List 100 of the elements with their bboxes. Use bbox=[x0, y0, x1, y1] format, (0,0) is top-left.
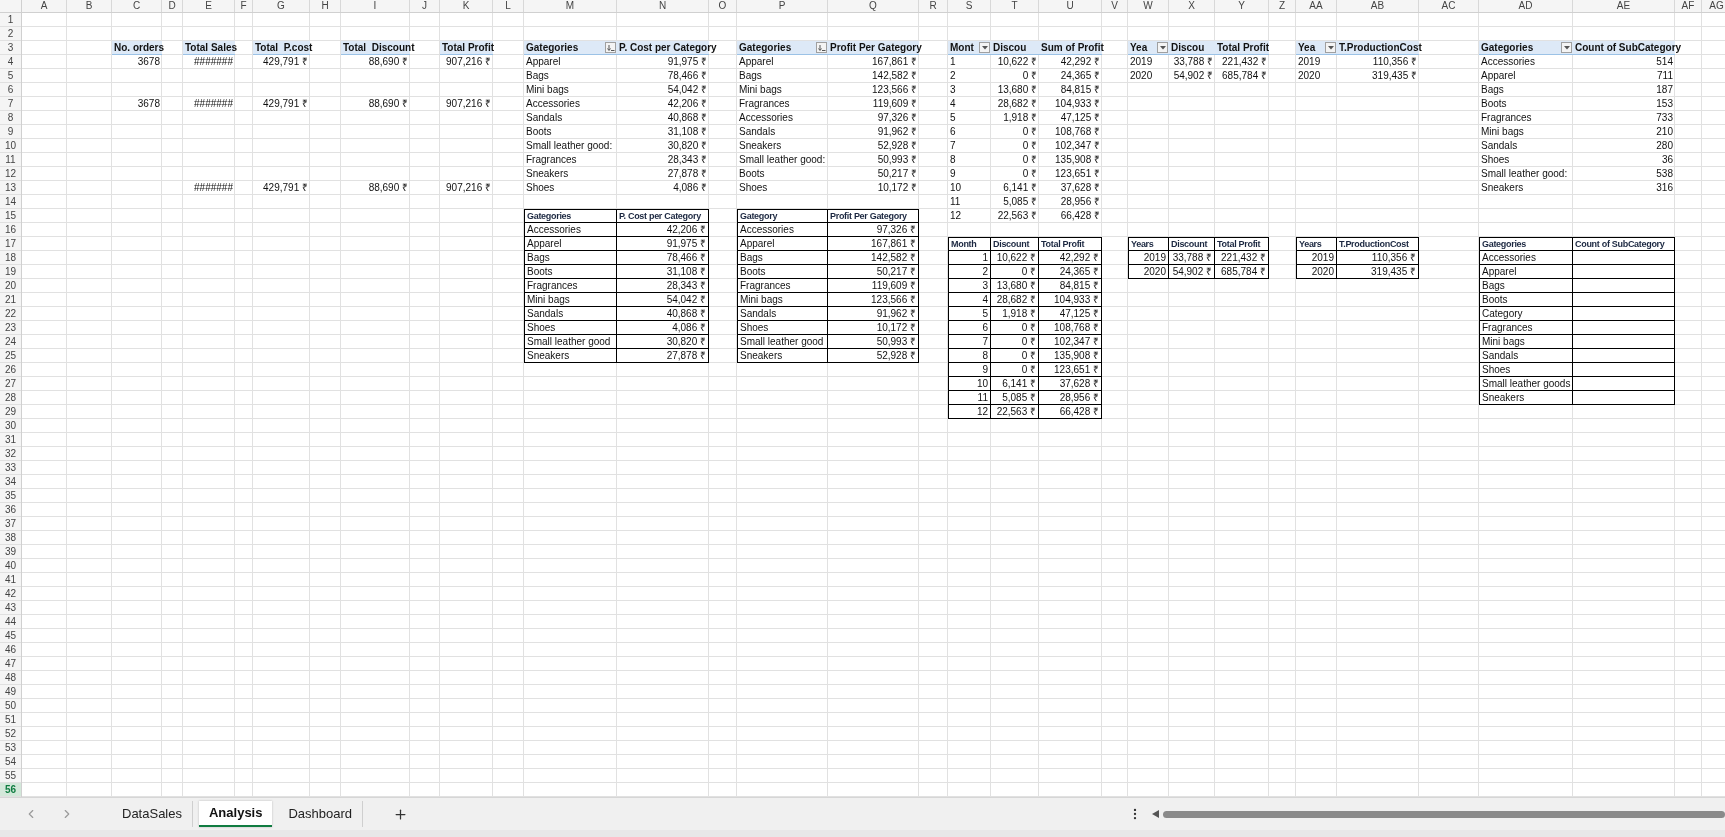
row-number[interactable]: 45 bbox=[0, 629, 21, 643]
row-number[interactable]: 21 bbox=[0, 293, 21, 307]
row-number[interactable]: 30 bbox=[0, 419, 21, 433]
column-letter[interactable]: T bbox=[991, 0, 1039, 12]
sort-filter-button[interactable] bbox=[605, 42, 616, 53]
row-number[interactable]: 36 bbox=[0, 503, 21, 517]
add-sheet-icon[interactable] bbox=[393, 806, 409, 822]
column-letter[interactable]: D bbox=[162, 0, 183, 12]
column-letter[interactable]: S bbox=[948, 0, 991, 12]
scroll-left-icon[interactable] bbox=[1152, 810, 1160, 818]
column-letter[interactable]: Y bbox=[1215, 0, 1269, 12]
row-number[interactable]: 44 bbox=[0, 615, 21, 629]
sheet-tab[interactable]: Dashboard bbox=[278, 801, 364, 827]
column-letter[interactable]: AG bbox=[1702, 0, 1725, 12]
row-number[interactable]: 37 bbox=[0, 517, 21, 531]
column-letter[interactable]: B bbox=[67, 0, 112, 12]
row-number[interactable]: 3 bbox=[0, 41, 21, 55]
dropdown-button[interactable] bbox=[1157, 42, 1168, 53]
row-number[interactable]: 51 bbox=[0, 713, 21, 727]
row-number[interactable]: 33 bbox=[0, 461, 21, 475]
row-number[interactable]: 32 bbox=[0, 447, 21, 461]
row-number[interactable]: 5 bbox=[0, 69, 21, 83]
row-number[interactable]: 18 bbox=[0, 251, 21, 265]
row-number[interactable]: 49 bbox=[0, 685, 21, 699]
row-number[interactable]: 19 bbox=[0, 265, 21, 279]
row-number[interactable]: 27 bbox=[0, 377, 21, 391]
column-letter[interactable]: V bbox=[1102, 0, 1128, 12]
row-number[interactable]: 24 bbox=[0, 335, 21, 349]
row-number[interactable]: 20 bbox=[0, 279, 21, 293]
column-letter[interactable]: AB bbox=[1337, 0, 1419, 12]
row-number[interactable]: 12 bbox=[0, 167, 21, 181]
column-letter[interactable]: R bbox=[919, 0, 948, 12]
row-number[interactable]: 31 bbox=[0, 433, 21, 447]
column-letter[interactable]: E bbox=[183, 0, 235, 12]
row-number[interactable]: 2 bbox=[0, 27, 21, 41]
column-letter[interactable]: F bbox=[235, 0, 253, 12]
row-number[interactable]: 40 bbox=[0, 559, 21, 573]
row-number[interactable]: 29 bbox=[0, 405, 21, 419]
row-number[interactable]: 56 bbox=[0, 783, 21, 797]
row-number[interactable]: 23 bbox=[0, 321, 21, 335]
sheet-tab[interactable]: Analysis bbox=[199, 801, 273, 827]
column-letter[interactable]: U bbox=[1039, 0, 1102, 12]
sheet-tab[interactable]: DataSales bbox=[112, 801, 193, 827]
column-letter[interactable]: M bbox=[524, 0, 617, 12]
column-letter[interactable]: Z bbox=[1269, 0, 1296, 12]
row-number[interactable]: 14 bbox=[0, 195, 21, 209]
row-number[interactable]: 39 bbox=[0, 545, 21, 559]
row-number[interactable]: 9 bbox=[0, 125, 21, 139]
column-letter[interactable]: J bbox=[410, 0, 440, 12]
column-letter[interactable]: I bbox=[341, 0, 410, 12]
column-letter[interactable]: C bbox=[112, 0, 162, 12]
column-letter[interactable]: Q bbox=[828, 0, 919, 12]
row-number[interactable]: 54 bbox=[0, 755, 21, 769]
column-letter[interactable]: L bbox=[493, 0, 524, 12]
row-number[interactable]: 34 bbox=[0, 475, 21, 489]
sort-filter-button[interactable] bbox=[816, 42, 827, 53]
column-letter[interactable]: A bbox=[22, 0, 67, 12]
row-number[interactable]: 46 bbox=[0, 643, 21, 657]
column-letter[interactable]: W bbox=[1128, 0, 1169, 12]
row-number[interactable]: 4 bbox=[0, 55, 21, 69]
row-number[interactable]: 28 bbox=[0, 391, 21, 405]
row-number[interactable]: 6 bbox=[0, 83, 21, 97]
row-number[interactable]: 26 bbox=[0, 363, 21, 377]
row-number[interactable]: 53 bbox=[0, 741, 21, 755]
row-number[interactable]: 17 bbox=[0, 237, 21, 251]
row-number[interactable]: 25 bbox=[0, 349, 21, 363]
row-number[interactable]: 16 bbox=[0, 223, 21, 237]
row-number[interactable]: 8 bbox=[0, 111, 21, 125]
column-letter[interactable]: AA bbox=[1296, 0, 1337, 12]
row-number[interactable]: 11 bbox=[0, 153, 21, 167]
column-letter[interactable]: AD bbox=[1479, 0, 1573, 12]
row-number[interactable]: 10 bbox=[0, 139, 21, 153]
dropdown-button[interactable] bbox=[1325, 42, 1336, 53]
column-letter[interactable]: G bbox=[253, 0, 310, 12]
horizontal-scrollbar[interactable] bbox=[1152, 809, 1725, 819]
row-number[interactable]: 22 bbox=[0, 307, 21, 321]
row-number[interactable]: 1 bbox=[0, 13, 21, 27]
column-letter[interactable]: O bbox=[709, 0, 737, 12]
row-number[interactable]: 50 bbox=[0, 699, 21, 713]
column-letter[interactable]: AF bbox=[1675, 0, 1702, 12]
column-letter[interactable]: K bbox=[440, 0, 493, 12]
column-letter[interactable]: AC bbox=[1419, 0, 1479, 12]
row-number[interactable]: 7 bbox=[0, 97, 21, 111]
row-number[interactable]: 52 bbox=[0, 727, 21, 741]
column-letter[interactable]: N bbox=[617, 0, 709, 12]
row-number[interactable]: 38 bbox=[0, 531, 21, 545]
dropdown-button[interactable] bbox=[979, 42, 990, 53]
row-number[interactable]: 48 bbox=[0, 671, 21, 685]
dropdown-button[interactable] bbox=[1561, 42, 1572, 53]
row-number[interactable]: 43 bbox=[0, 601, 21, 615]
column-letter[interactable]: H bbox=[310, 0, 341, 12]
row-number[interactable]: 15 bbox=[0, 209, 21, 223]
row-number[interactable]: 42 bbox=[0, 587, 21, 601]
row-number[interactable]: 35 bbox=[0, 489, 21, 503]
column-letter[interactable]: P bbox=[737, 0, 828, 12]
row-number[interactable]: 41 bbox=[0, 573, 21, 587]
row-number[interactable]: 13 bbox=[0, 181, 21, 195]
column-letter[interactable]: X bbox=[1169, 0, 1215, 12]
row-number[interactable]: 47 bbox=[0, 657, 21, 671]
column-letter[interactable]: AE bbox=[1573, 0, 1675, 12]
